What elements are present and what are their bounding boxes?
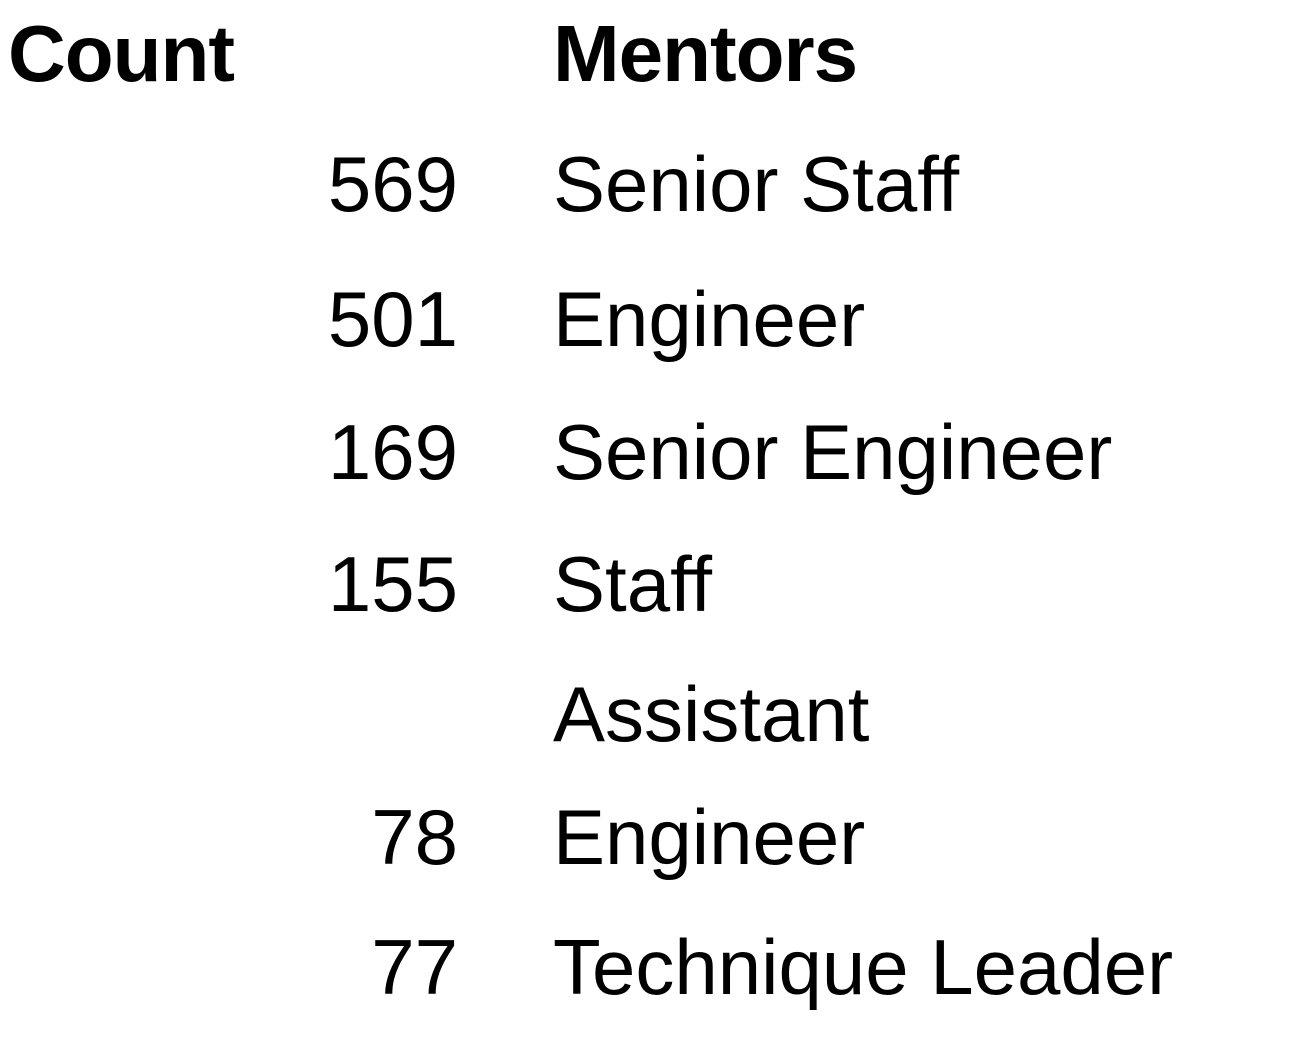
row-mentor: Technique Leader <box>553 923 1174 1011</box>
row-mentor: Staff <box>553 540 713 628</box>
row-count: 501 <box>327 275 458 363</box>
mentors-column-header: Mentors <box>553 9 858 98</box>
row-mentor-line-1: Assistant <box>553 670 870 758</box>
row-count: 155 <box>327 540 458 628</box>
row-mentor-line-2: Engineer <box>553 793 866 881</box>
row-mentor: Engineer <box>553 275 866 363</box>
row-count: 569 <box>327 140 458 228</box>
row-count: 78 <box>371 793 458 881</box>
count-column-header: Count <box>8 9 235 98</box>
row-mentor: Senior Staff <box>553 140 960 228</box>
mentor-count-table: Count Mentors 569 Senior Staff 501 Engin… <box>0 0 1290 1044</box>
row-count: 77 <box>371 923 458 1011</box>
row-count: 169 <box>327 408 458 496</box>
row-mentor: Senior Engineer <box>553 408 1113 496</box>
